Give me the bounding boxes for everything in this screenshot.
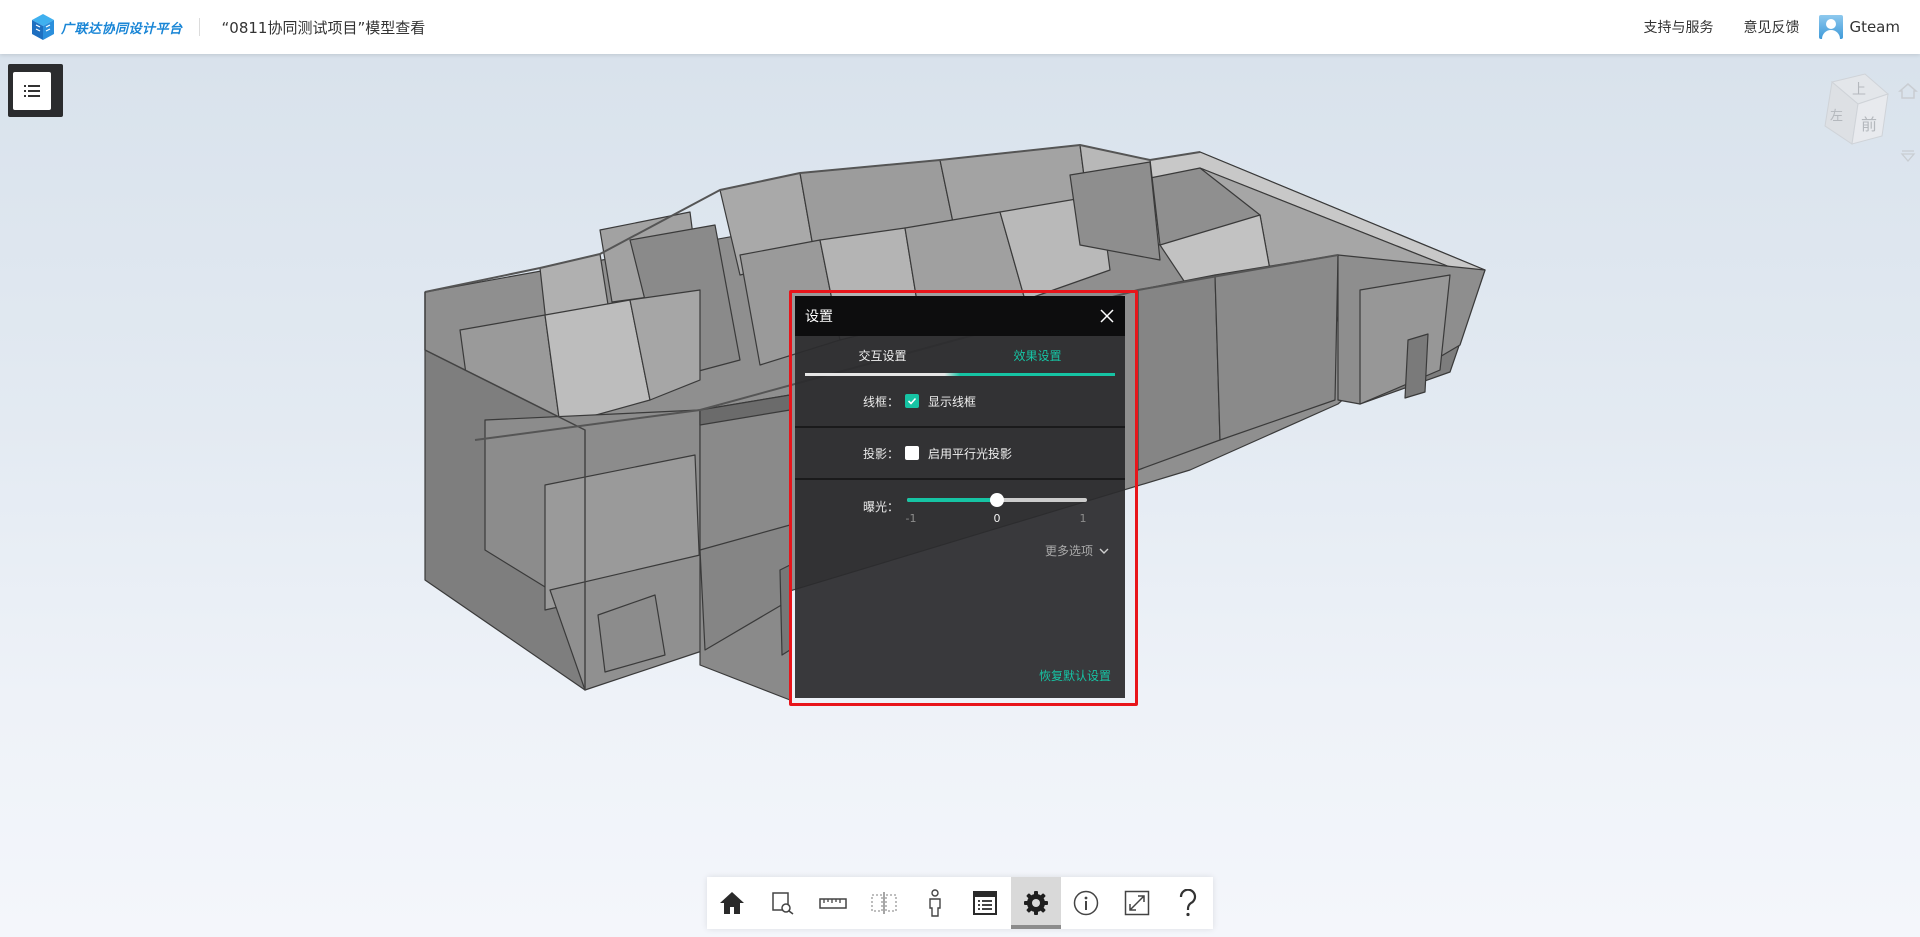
wireframe-checkbox[interactable] — [905, 394, 919, 408]
exposure-slider[interactable]: -1 0 1 — [905, 486, 1087, 526]
dialog-title: 设置 — [805, 309, 833, 325]
help-button[interactable] — [1162, 877, 1213, 929]
logo-text: 广联达协同设计平台 — [61, 21, 183, 37]
viewcube-front-face[interactable]: 前 — [1861, 115, 1877, 134]
home-button[interactable] — [707, 877, 758, 929]
settings-tabs: 交互设置 效果设置 — [805, 336, 1115, 376]
section-box-button[interactable] — [859, 877, 910, 929]
walk-person-icon — [928, 889, 941, 917]
bottom-toolbar — [707, 877, 1213, 929]
wireframe-label: 线框： — [862, 394, 899, 409]
avatar — [1819, 15, 1844, 39]
viewcube-home-icon[interactable] — [1898, 83, 1918, 99]
tab-effect-settings[interactable]: 效果设置 — [960, 336, 1115, 375]
viewcube-menu-chevron-icon[interactable] — [1900, 150, 1916, 162]
shadow-checkbox[interactable] — [905, 446, 919, 460]
measure-button[interactable] — [808, 877, 859, 929]
fullscreen-icon — [1124, 890, 1150, 916]
measure-ruler-icon — [819, 898, 848, 909]
shadow-row: 投影： 启用平行光投影 — [795, 428, 1125, 480]
info-button[interactable] — [1061, 877, 1112, 929]
user-name: Gteam — [1849, 18, 1900, 36]
viewcube-left-face[interactable]: 左 — [1830, 109, 1843, 124]
chevron-down-icon — [1099, 548, 1109, 554]
slider-thumb[interactable] — [990, 493, 1004, 507]
property-list-icon — [973, 891, 998, 915]
user-menu[interactable]: Gteam — [1819, 15, 1900, 39]
info-icon — [1074, 890, 1099, 916]
zoom-to-area-icon — [772, 892, 794, 915]
project-title: “0811协同测试项目”模型查看 — [221, 18, 426, 37]
slider-max-label: 1 — [1079, 512, 1087, 525]
feedback-link[interactable]: 意见反馈 — [1743, 17, 1799, 37]
settings-dialog: 设置 交互设置 效果设置 线框： 显示线框 投影： 启用平行光投影 曝光： -1… — [795, 296, 1125, 698]
more-options-label: 更多选项 — [1044, 544, 1093, 558]
walk-mode-button[interactable] — [909, 877, 960, 929]
platform-logo[interactable]: 广联达协同设计平台 — [31, 13, 183, 41]
check-icon — [907, 397, 917, 405]
settings-button[interactable] — [1010, 877, 1062, 929]
header-right: 支持与服务 意见反馈 Gteam — [1613, 15, 1900, 39]
help-icon — [1179, 889, 1196, 917]
logo-cube-icon — [32, 14, 54, 40]
slider-fill — [907, 498, 997, 502]
wireframe-option-label[interactable]: 显示线框 — [928, 393, 976, 410]
section-box-icon — [871, 892, 897, 914]
settings-gear-icon — [1023, 891, 1048, 915]
restore-default-button[interactable]: 恢复默认设置 — [1039, 667, 1111, 684]
slider-value-label: 0 — [993, 512, 1001, 525]
home-icon — [720, 892, 745, 914]
shadow-option: 启用平行光投影 — [905, 445, 1012, 462]
list-icon — [23, 84, 40, 97]
support-link[interactable]: 支持与服务 — [1643, 17, 1713, 37]
model-tree-toggle-button[interactable] — [8, 64, 63, 117]
close-icon[interactable] — [1099, 308, 1115, 324]
properties-button[interactable] — [960, 877, 1011, 929]
fullscreen-button[interactable] — [1112, 877, 1163, 929]
header-divider — [198, 18, 200, 36]
slider-min-label: -1 — [905, 512, 917, 525]
viewcube-top-face[interactable]: 上 — [1852, 82, 1866, 98]
exposure-label: 曝光： — [862, 499, 899, 514]
view-cube[interactable]: 上 前 左 — [1770, 64, 1920, 184]
wireframe-option: 显示线框 — [905, 393, 976, 410]
list-button-face — [12, 71, 51, 110]
top-header: 广联达协同设计平台 “0811协同测试项目”模型查看 支持与服务 意见反馈 Gt… — [0, 0, 1920, 54]
zoom-to-area-button[interactable] — [758, 877, 809, 929]
dialog-header: 设置 — [795, 296, 1125, 336]
more-options-toggle[interactable]: 更多选项 — [1045, 542, 1109, 559]
exposure-row: 曝光： -1 0 1 — [795, 480, 1125, 532]
shadow-option-label[interactable]: 启用平行光投影 — [928, 445, 1012, 462]
wireframe-row: 线框： 显示线框 — [795, 376, 1125, 428]
shadow-label: 投影： — [862, 446, 899, 461]
tab-interaction-settings[interactable]: 交互设置 — [805, 336, 960, 375]
